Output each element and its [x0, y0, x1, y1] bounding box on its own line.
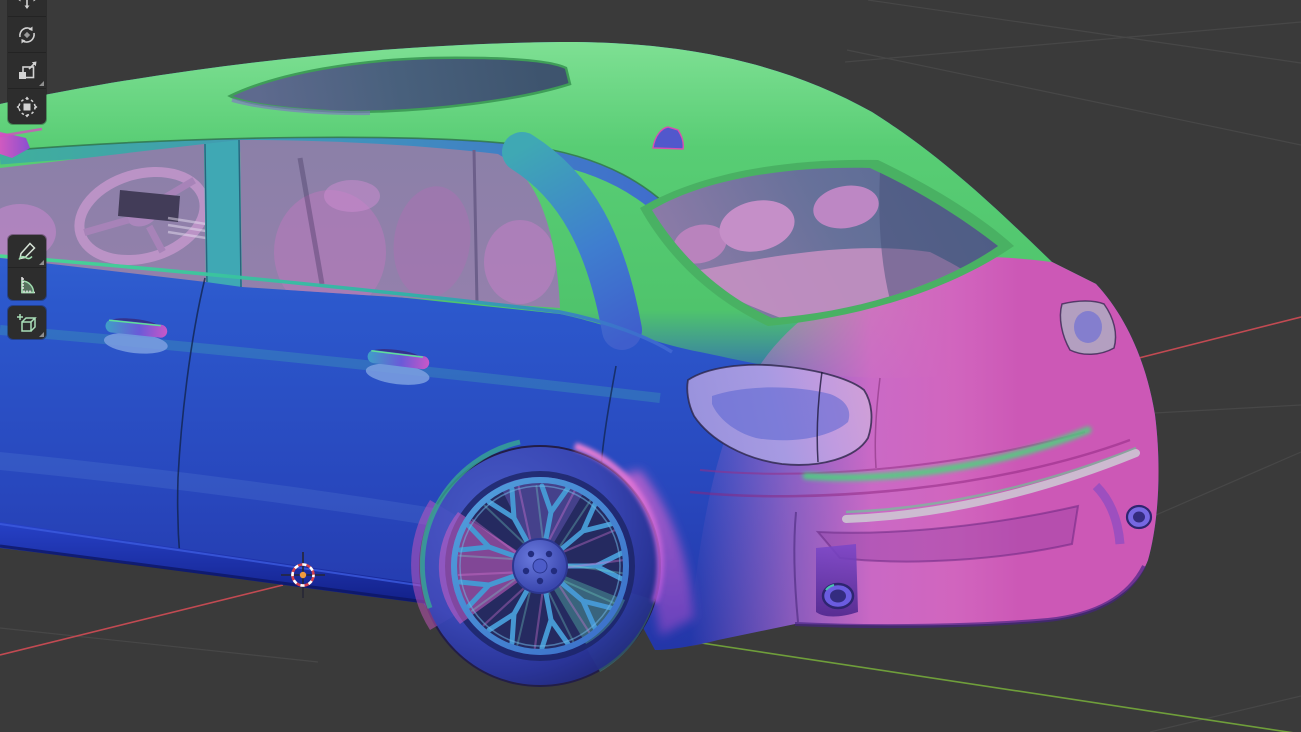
move-icon	[19, 0, 35, 9]
measure-icon	[21, 277, 35, 294]
right-taillight	[1059, 300, 1117, 355]
hub-cap	[532, 558, 548, 574]
add-tool-group	[8, 306, 46, 339]
annotate-icon	[18, 242, 36, 260]
annotate-tool-group	[8, 235, 46, 300]
transform-tool-group	[8, 0, 46, 124]
tool-annotate-button[interactable]	[8, 235, 46, 267]
tool-rotate-button[interactable]	[8, 16, 46, 52]
left-exhaust-tip	[821, 582, 855, 610]
transform-icon	[16, 96, 38, 117]
tool-add-cube-button[interactable]	[8, 306, 46, 339]
cursor-center-dot	[299, 571, 307, 579]
scale-icon	[19, 61, 37, 79]
tool-shelf	[8, 0, 46, 344]
tool-measure-button[interactable]	[8, 267, 46, 300]
rotate-icon	[19, 26, 35, 43]
tool-transform-button[interactable]	[8, 88, 46, 124]
tool-move-button[interactable]	[8, 0, 46, 16]
seat-back	[484, 220, 556, 304]
blender-3d-viewport[interactable]	[0, 0, 1301, 732]
add-cube-icon	[17, 313, 37, 332]
tool-scale-button[interactable]	[8, 52, 46, 88]
headrest	[324, 180, 380, 212]
b-pillar	[204, 140, 242, 287]
viewport-canvas[interactable]	[0, 0, 1301, 732]
